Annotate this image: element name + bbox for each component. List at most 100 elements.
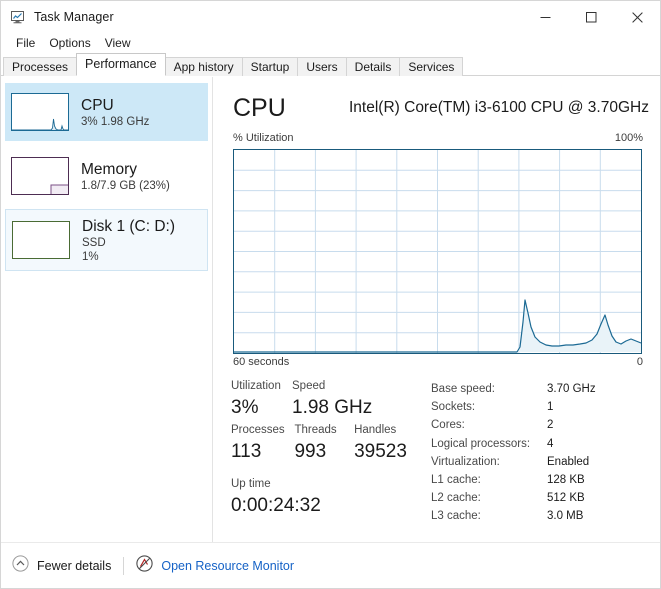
stat-label-utilization: Utilization bbox=[231, 380, 281, 392]
tab-details[interactable]: Details bbox=[345, 57, 401, 76]
x-axis-zero: 0 bbox=[636, 356, 643, 368]
sidebar-memory-title: Memory bbox=[81, 160, 137, 178]
stats-group1-values: 3% 1.98 GHz bbox=[231, 394, 431, 422]
cpu-model-name: Intel(R) Core(TM) i3-6100 CPU @ 3.70GHz bbox=[349, 99, 649, 116]
sidebar-disk-title: Disk 1 (C: D:) bbox=[82, 217, 175, 235]
spec-value-sockets: 1 bbox=[547, 401, 554, 414]
stats-group3-values: 0:00:24:32 bbox=[231, 492, 431, 520]
spec-value-base-speed: 3.70 GHz bbox=[547, 383, 596, 395]
tab-app-history[interactable]: App history bbox=[164, 57, 243, 76]
y-axis-max: 100% bbox=[614, 132, 643, 144]
spec-row-base-speed: Base speed: 3.70 GHz bbox=[431, 380, 646, 398]
cpu-thumbnail-graph bbox=[11, 93, 69, 131]
graph-svg bbox=[234, 150, 641, 353]
stat-value-processes: 113 bbox=[231, 441, 262, 462]
tab-startup[interactable]: Startup bbox=[241, 57, 299, 76]
maximize-button[interactable] bbox=[568, 1, 614, 33]
cpu-spec-list: Base speed: 3.70 GHz Sockets: 1 Cores: 2… bbox=[431, 380, 646, 526]
cpu-detail-panel: CPU Intel(R) Core(TM) i3-6100 CPU @ 3.70… bbox=[214, 77, 660, 542]
spec-value-l3-cache: 3.0 MB bbox=[547, 510, 584, 523]
stat-label-processes: Processes bbox=[231, 424, 285, 436]
minimize-button[interactable] bbox=[522, 1, 568, 33]
stats-group2-values: 113 993 39523 bbox=[231, 438, 431, 466]
stat-label-uptime: Up time bbox=[231, 478, 271, 490]
status-bar: Fewer details Open Resource Monitor bbox=[1, 542, 660, 588]
stat-label-threads: Threads bbox=[294, 424, 337, 436]
spec-key-l1-cache: L1 cache: bbox=[431, 473, 481, 486]
sidebar-disk-sub1: SSD bbox=[82, 236, 106, 249]
spec-row-logical-processors: Logical processors: 4 bbox=[431, 435, 646, 453]
spec-row-l1-cache: L1 cache: 128 KB bbox=[431, 471, 646, 489]
stat-value-threads: 993 bbox=[294, 441, 327, 462]
sidebar-disk-sub2: 1% bbox=[82, 250, 99, 263]
x-axis-span: 60 seconds bbox=[233, 356, 290, 368]
spec-key-l2-cache: L2 cache: bbox=[431, 492, 481, 505]
spec-key-base-speed: Base speed: bbox=[431, 383, 495, 395]
graph-time-labels: 60 seconds 0 bbox=[233, 356, 643, 372]
tab-users[interactable]: Users bbox=[297, 57, 347, 76]
stat-value-speed: 1.98 GHz bbox=[292, 397, 373, 418]
stats-group3-labels: Up time bbox=[231, 476, 431, 492]
memory-thumbnail-graph bbox=[11, 157, 69, 195]
tab-strip: Processes Performance App history Startu… bbox=[1, 53, 660, 76]
spec-key-logical-processors: Logical processors: bbox=[431, 437, 531, 450]
spec-value-logical-processors: 4 bbox=[547, 437, 554, 450]
spec-key-cores: Cores: bbox=[431, 419, 465, 432]
spec-row-virtualization: Virtualization: Enabled bbox=[431, 453, 646, 471]
window-title: Task Manager bbox=[34, 10, 114, 24]
y-axis-label: % Utilization bbox=[233, 132, 294, 144]
sidebar-cpu-sub: 3% 1.98 GHz bbox=[81, 115, 150, 128]
open-resource-monitor-button[interactable]: Open Resource Monitor bbox=[136, 554, 295, 577]
footer-divider bbox=[123, 556, 125, 575]
menu-item-options[interactable]: Options bbox=[42, 34, 97, 52]
close-button[interactable] bbox=[614, 1, 660, 33]
stat-label-handles: Handles bbox=[354, 424, 397, 436]
task-manager-window: Task Manager File Options View Processes… bbox=[0, 0, 661, 589]
menu-item-file[interactable]: File bbox=[9, 34, 42, 52]
sidebar-item-disk-1[interactable]: Disk 1 (C: D:) SSD 1% bbox=[5, 209, 208, 271]
graph-axis-labels: % Utilization 100% bbox=[233, 132, 643, 148]
content-area: CPU 3% 1.98 GHz Memory 1.8/7.9 GB (23%) bbox=[1, 77, 660, 542]
spec-value-l1-cache: 128 KB bbox=[547, 473, 585, 486]
stat-value-uptime: 0:00:24:32 bbox=[231, 495, 321, 516]
cpu-header: CPU Intel(R) Core(TM) i3-6100 CPU @ 3.70… bbox=[233, 93, 653, 127]
spec-value-cores: 2 bbox=[547, 419, 554, 432]
disk-thumbnail-graph bbox=[12, 221, 70, 259]
spec-key-l3-cache: L3 cache: bbox=[431, 510, 481, 523]
spec-row-l3-cache: L3 cache: 3.0 MB bbox=[431, 507, 646, 525]
spec-value-virtualization: Enabled bbox=[547, 455, 590, 468]
spec-value-l2-cache: 512 KB bbox=[547, 492, 585, 505]
window-controls bbox=[522, 1, 660, 33]
tab-performance[interactable]: Performance bbox=[76, 53, 166, 76]
tab-services[interactable]: Services bbox=[399, 57, 464, 76]
sidebar-cpu-title: CPU bbox=[81, 96, 114, 114]
cpu-stats: Utilization Speed 3% 1.98 GHz Processes … bbox=[231, 378, 431, 520]
spec-row-cores: Cores: 2 bbox=[431, 416, 646, 434]
open-resource-monitor-label: Open Resource Monitor bbox=[161, 558, 295, 573]
spec-key-sockets: Sockets: bbox=[431, 401, 476, 414]
menu-item-view[interactable]: View bbox=[98, 34, 138, 52]
chevron-up-circle-icon bbox=[12, 554, 29, 577]
tab-processes[interactable]: Processes bbox=[3, 57, 78, 76]
fewer-details-button[interactable]: Fewer details bbox=[12, 554, 112, 577]
title-bar: Task Manager bbox=[1, 1, 660, 33]
sidebar-item-memory[interactable]: Memory 1.8/7.9 GB (23%) bbox=[5, 147, 208, 205]
task-manager-icon bbox=[10, 9, 26, 25]
stat-value-handles: 39523 bbox=[354, 441, 407, 462]
spec-row-sockets: Sockets: 1 bbox=[431, 398, 646, 416]
stats-group2-labels: Processes Threads Handles bbox=[231, 422, 431, 438]
page-title: CPU bbox=[233, 94, 286, 122]
stat-label-speed: Speed bbox=[292, 380, 326, 392]
resource-monitor-icon bbox=[136, 554, 153, 577]
cpu-utilization-graph[interactable] bbox=[233, 149, 642, 354]
sidebar-memory-sub: 1.8/7.9 GB (23%) bbox=[81, 179, 170, 192]
fewer-details-label: Fewer details bbox=[37, 558, 112, 573]
sidebar-item-cpu[interactable]: CPU 3% 1.98 GHz bbox=[5, 83, 208, 141]
graph-gridlines bbox=[234, 150, 641, 353]
stat-value-utilization: 3% bbox=[231, 397, 259, 418]
spec-row-l2-cache: L2 cache: 512 KB bbox=[431, 489, 646, 507]
menu-bar: File Options View bbox=[1, 33, 660, 53]
resource-sidebar: CPU 3% 1.98 GHz Memory 1.8/7.9 GB (23%) bbox=[1, 77, 213, 542]
stats-group1-labels: Utilization Speed bbox=[231, 378, 431, 394]
spec-key-virtualization: Virtualization: bbox=[431, 455, 500, 468]
